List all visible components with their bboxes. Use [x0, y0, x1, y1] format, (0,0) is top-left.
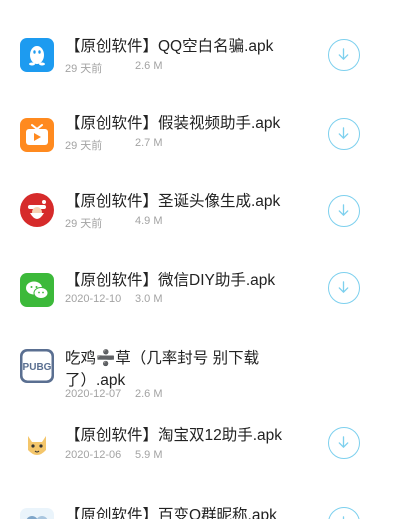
cat-mascot-icon [20, 428, 54, 462]
file-date: 2020-12-10 [65, 293, 122, 305]
file-size: 5.9 M [135, 449, 163, 461]
list-item[interactable]: 【原创软件】百变Q群昵称.apk [0, 500, 400, 519]
list-item[interactable]: PUBG 吃鸡➗草（几率封号 别下载了）.apk 2020-12-07 2.6 … [0, 325, 400, 420]
file-title[interactable]: 吃鸡➗草（几率封号 别下载了）.apk [65, 348, 280, 392]
download-button[interactable] [328, 507, 360, 519]
file-date: 2020-12-07 [65, 388, 122, 400]
file-meta: 29 天前 4.9 M [65, 215, 163, 231]
file-meta: 2020-12-07 2.6 M [65, 388, 163, 400]
qq-group-icon [20, 508, 54, 519]
list-item[interactable]: 【原创软件】QQ空白名骗.apk 29 天前 2.6 M [0, 0, 400, 85]
file-date: 29 天前 [65, 218, 103, 230]
file-size: 2.6 M [135, 60, 163, 72]
wechat-icon [20, 273, 54, 307]
download-arrow-icon [338, 436, 349, 448]
download-list: 【原创软件】QQ空白名骗.apk 29 天前 2.6 M 【原创软件】假装视频助… [0, 0, 400, 519]
download-button[interactable] [328, 39, 360, 71]
download-arrow-icon [338, 204, 349, 216]
pubg-icon: PUBG [20, 349, 54, 383]
download-button[interactable] [328, 427, 360, 459]
file-title[interactable]: 【原创软件】百变Q群昵称.apk [65, 505, 310, 519]
file-size: 3.0 M [135, 293, 163, 305]
file-title[interactable]: 【原创软件】淘宝双12助手.apk [65, 425, 310, 447]
download-arrow-icon [338, 48, 349, 60]
list-item[interactable]: 【原创软件】淘宝双12助手.apk 2020-12-06 5.9 M [0, 420, 400, 500]
file-title[interactable]: 【原创软件】微信DIY助手.apk [65, 270, 310, 292]
file-title[interactable]: 【原创软件】QQ空白名骗.apk [65, 36, 310, 58]
file-meta: 29 天前 2.6 M [65, 60, 163, 76]
file-meta: 2020-12-10 3.0 M [65, 293, 163, 305]
list-item[interactable]: 【原创软件】微信DIY助手.apk 2020-12-10 3.0 M [0, 245, 400, 325]
download-arrow-icon [338, 281, 349, 293]
file-title[interactable]: 【原创软件】假装视频助手.apk [65, 113, 310, 135]
santa-claus-icon [20, 193, 54, 227]
svg-text:PUBG: PUBG [23, 362, 52, 373]
download-button[interactable] [328, 272, 360, 304]
download-arrow-icon [342, 516, 345, 519]
download-button[interactable] [328, 195, 360, 227]
download-arrow-icon [338, 127, 349, 139]
file-size: 2.7 M [135, 137, 163, 149]
file-size: 2.6 M [135, 388, 163, 400]
file-title[interactable]: 【原创软件】圣诞头像生成.apk [65, 191, 310, 213]
file-date: 29 天前 [65, 140, 103, 152]
file-size: 4.9 M [135, 215, 163, 227]
list-item[interactable]: 【原创软件】假装视频助手.apk 29 天前 2.7 M [0, 85, 400, 165]
file-meta: 29 天前 2.7 M [65, 137, 163, 153]
file-date: 29 天前 [65, 63, 103, 75]
video-tv-icon [20, 118, 54, 152]
list-item[interactable]: 【原创软件】圣诞头像生成.apk 29 天前 4.9 M [0, 165, 400, 245]
qq-penguin-icon [20, 38, 54, 72]
download-button[interactable] [328, 118, 360, 150]
file-meta: 2020-12-06 5.9 M [65, 449, 163, 461]
file-date: 2020-12-06 [65, 449, 122, 461]
